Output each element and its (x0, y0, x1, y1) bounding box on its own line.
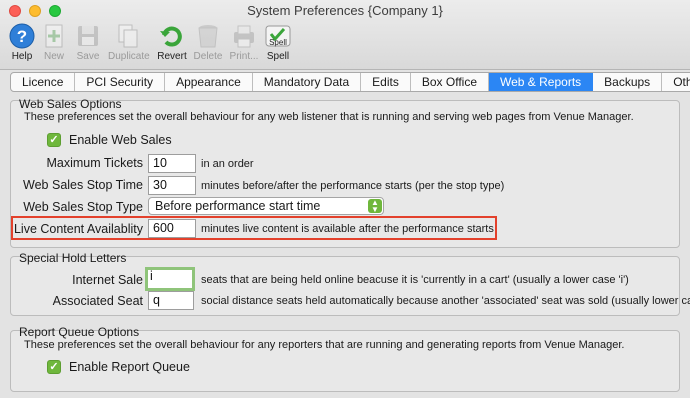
web-sales-options-title: Web Sales Options (19, 97, 122, 111)
help-icon: ? (8, 22, 36, 50)
spell-check-icon: Spell (264, 22, 292, 50)
checkmark-icon: ✓ (47, 360, 61, 374)
tab-licence[interactable]: Licence (11, 73, 76, 91)
associated-seat-label: Associated Seat (52, 294, 143, 308)
revert-icon (158, 22, 186, 50)
tab-appearance[interactable]: Appearance (165, 73, 253, 91)
tab-pci-security[interactable]: PCI Security (75, 73, 166, 91)
associated-seat-hint: social distance seats held automatically… (201, 295, 690, 307)
save-button[interactable]: Save (68, 22, 108, 62)
delete-label: Delete (193, 51, 223, 62)
report-queue-options-title: Report Queue Options (19, 325, 140, 339)
live-content-hint: minutes live content is available after … (201, 223, 494, 235)
associated-seat-field[interactable]: q (148, 291, 194, 310)
duplicate-label: Duplicate (108, 51, 150, 62)
internet-sale-hint: seats that are being held online beacuse… (201, 274, 629, 286)
stop-type-label: Web Sales Stop Type (23, 200, 143, 214)
revert-label: Revert (157, 51, 187, 62)
live-content-field[interactable]: 600 (148, 219, 196, 238)
printer-icon (230, 22, 258, 50)
max-tickets-hint: in an order (201, 158, 254, 170)
checkmark-icon: ✓ (47, 133, 61, 147)
max-tickets-label: Maximum Tickets (46, 156, 143, 170)
save-label: Save (76, 51, 100, 62)
report-queue-options-group: Report Queue Options These preferences s… (10, 325, 680, 392)
tab-mandatory-data[interactable]: Mandatory Data (253, 73, 362, 91)
stop-time-label: Web Sales Stop Time (23, 178, 143, 192)
tab-box-office[interactable]: Box Office (411, 73, 489, 91)
tab-web-reports[interactable]: Web & Reports (489, 73, 594, 91)
svg-text:Spell: Spell (269, 38, 287, 47)
enable-report-queue-label: Enable Report Queue (69, 360, 190, 374)
internet-sale-field[interactable]: i (145, 267, 195, 291)
stop-time-hint: minutes before/after the performance sta… (201, 180, 505, 192)
web-sales-description: These preferences set the overall behavi… (24, 111, 634, 123)
special-hold-letters-title: Special Hold Letters (19, 251, 127, 265)
window-titlebar: System Preferences {Company 1} ? Help Ne… (0, 0, 690, 70)
trash-icon (194, 22, 222, 50)
max-tickets-field[interactable]: 10 (148, 154, 196, 173)
updown-arrows-icon: ▲ ▼ (368, 199, 382, 214)
tab-backups[interactable]: Backups (593, 73, 663, 91)
spell-label: Spell (266, 51, 290, 62)
preference-tabs: Licence PCI Security Appearance Mandatory D… (10, 72, 690, 92)
delete-button[interactable]: Delete (188, 22, 228, 62)
save-disk-icon (74, 22, 102, 50)
duplicate-button[interactable]: Duplicate (108, 22, 150, 62)
stop-time-field[interactable]: 30 (148, 176, 196, 195)
live-content-label: Live Content Availablity (13, 222, 143, 236)
tab-edits[interactable]: Edits (361, 73, 411, 91)
spell-button[interactable]: Spell Spell (258, 22, 298, 62)
stop-type-select[interactable]: Before performance start time ▲ ▼ (148, 197, 384, 215)
new-document-icon (40, 22, 68, 50)
window-title: System Preferences {Company 1} (247, 3, 443, 18)
enable-report-queue-checkbox[interactable]: ✓ Enable Report Queue (47, 360, 190, 374)
tab-other[interactable]: Other (662, 73, 690, 91)
report-queue-description: These preferences set the overall behavi… (24, 339, 625, 351)
revert-button[interactable]: Revert (152, 22, 192, 62)
internet-sale-label: Internet Sale (72, 273, 143, 287)
enable-web-sales-label: Enable Web Sales (69, 133, 172, 147)
svg-text:?: ? (17, 27, 27, 46)
duplicate-icon (114, 22, 142, 50)
enable-web-sales-checkbox[interactable]: ✓ Enable Web Sales (47, 133, 172, 147)
stop-type-value: Before performance start time (155, 199, 321, 213)
